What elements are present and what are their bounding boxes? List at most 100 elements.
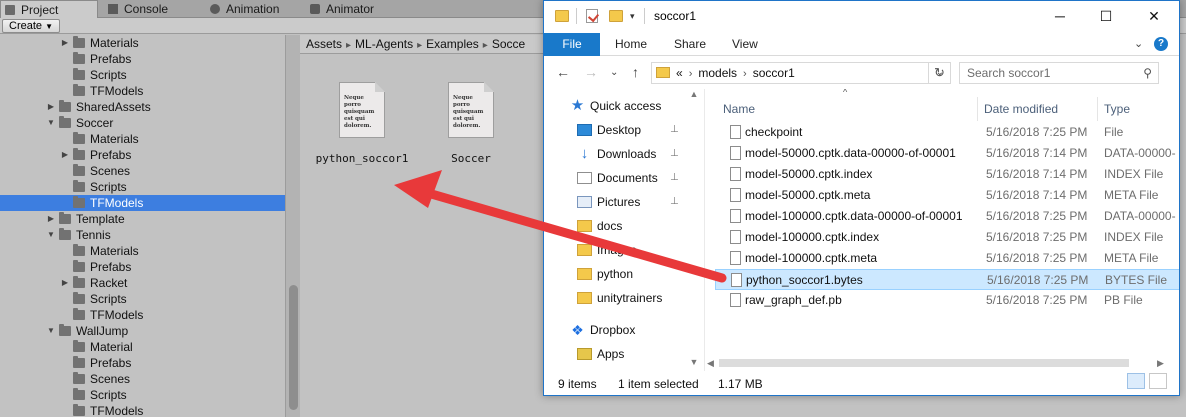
nav-item[interactable]: docs [544, 214, 704, 238]
file-row[interactable]: checkpoint 5/16/2018 7:25 PM File [715, 122, 1179, 143]
nav-scrollbar[interactable]: ▲ ▼ [687, 89, 701, 371]
tab-animation[interactable]: Animation [206, 0, 302, 18]
file-row[interactable]: model-50000.cptk.meta 5/16/2018 7:14 PM ME… [715, 185, 1179, 206]
tab-project[interactable]: Project [0, 0, 98, 18]
up-icon[interactable]: ↑ [632, 64, 639, 80]
expand-arrow-icon[interactable]: ▶ [60, 147, 70, 163]
pin-icon[interactable]: ⊥ [670, 142, 679, 166]
column-divider[interactable] [977, 97, 978, 121]
large-icons-view-icon[interactable] [1149, 373, 1167, 389]
file-row[interactable]: python_soccor1.bytes 5/16/2018 7:25 PM BYT… [715, 269, 1179, 290]
file-row[interactable]: raw_graph_def.pb 5/16/2018 7:25 PM PB File [715, 290, 1179, 311]
tree-item[interactable]: TFModels [0, 195, 285, 211]
pin-icon[interactable]: ⊥ [670, 166, 679, 190]
tree-item[interactable]: Scripts [0, 291, 285, 307]
expand-ribbon-icon[interactable]: ⌄ [1134, 37, 1143, 50]
tree-item[interactable]: ▶ Prefabs [0, 147, 285, 163]
tree-item[interactable]: Scripts [0, 387, 285, 403]
asset-python-soccor1[interactable]: Neque porro quisquam est qui dolorem. py… [312, 82, 412, 165]
tab-view[interactable]: View [732, 33, 758, 56]
nav-item[interactable]: ❖ Dropbox [544, 318, 704, 342]
forward-icon[interactable]: → [584, 64, 598, 80]
address-field[interactable]: «› models › soccor1 ⌄ [651, 62, 951, 84]
file-row[interactable]: model-100000.cptk.index 5/16/2018 7:25 PM… [715, 227, 1179, 248]
minimize-icon[interactable]: ─ [1037, 1, 1083, 32]
create-button[interactable]: Create ▼ [2, 19, 61, 33]
search-input[interactable]: Search soccor1 ⚲ [959, 62, 1159, 84]
tree-item[interactable]: TFModels [0, 83, 285, 99]
tree-item[interactable]: ▶ Template [0, 211, 285, 227]
tree-item[interactable]: TFModels [0, 307, 285, 323]
refresh-icon[interactable]: ↻ [928, 63, 950, 83]
scroll-left-icon[interactable]: ◀ [707, 355, 714, 371]
address-segment-models[interactable]: models [698, 66, 737, 80]
horizontal-scrollbar[interactable]: ◀ ▶ [705, 355, 1170, 371]
file-row[interactable]: model-50000.cptk.index 5/16/2018 7:14 PM I… [715, 164, 1179, 185]
tree-item[interactable]: ▼ Soccer [0, 115, 285, 131]
tree-item[interactable]: Prefabs [0, 355, 285, 371]
file-row[interactable]: model-100000.cptk.meta 5/16/2018 7:25 PM M… [715, 248, 1179, 269]
help-icon[interactable]: ? [1154, 37, 1168, 51]
details-view-icon[interactable] [1127, 373, 1145, 389]
nav-item[interactable]: ★ Quick access [544, 94, 704, 118]
tree-item[interactable]: Materials [0, 243, 285, 259]
address-segment-soccor1[interactable]: soccor1 [753, 66, 795, 80]
tree-item[interactable]: ▶ SharedAssets [0, 99, 285, 115]
tab-home[interactable]: Home [615, 33, 647, 56]
tree-item[interactable]: ▼ WallJump [0, 323, 285, 339]
scroll-up-icon[interactable]: ▲ [687, 89, 701, 99]
nav-item[interactable]: Documents ⊥ [544, 166, 704, 190]
tree-item[interactable]: ▶ Racket [0, 275, 285, 291]
tree-item[interactable]: Prefabs [0, 51, 285, 67]
nav-item[interactable]: unitytrainers [544, 286, 704, 310]
file-row[interactable]: model-100000.cptk.data-00000-of-00001 5/1… [715, 206, 1179, 227]
column-type[interactable]: Type [1104, 97, 1130, 121]
collapse-arrow-icon[interactable]: ▼ [46, 115, 56, 131]
tree-item[interactable]: TFModels [0, 403, 285, 417]
scrollbar-thumb[interactable] [719, 359, 1129, 367]
tree-item[interactable]: Prefabs [0, 259, 285, 275]
recent-locations-icon[interactable]: ⌄ [610, 67, 618, 78]
nav-item[interactable]: Desktop ⊥ [544, 118, 704, 142]
asset-soccer[interactable]: Neque porro quisquam est qui dolorem. So… [421, 82, 521, 165]
tree-item[interactable]: ▶ Materials [0, 35, 285, 51]
maximize-icon[interactable]: ☐ [1083, 1, 1129, 32]
scroll-down-icon[interactable]: ▼ [687, 357, 701, 367]
collapse-arrow-icon[interactable]: ▼ [46, 227, 56, 243]
tree-item[interactable]: Scenes [0, 371, 285, 387]
qat-dropdown-icon[interactable]: ▾ [630, 11, 635, 22]
breadcrumb-ml-agents[interactable]: ML-Agents [355, 37, 413, 51]
nav-item[interactable]: Apps [544, 342, 704, 366]
column-date-modified[interactable]: Date modified [984, 97, 1058, 121]
breadcrumb-soccer[interactable]: Socce [492, 37, 525, 51]
pin-icon[interactable]: ⊥ [670, 118, 679, 142]
breadcrumb-examples[interactable]: Examples [426, 37, 479, 51]
tree-item[interactable]: Scripts [0, 179, 285, 195]
new-folder-icon[interactable] [609, 10, 623, 22]
expand-arrow-icon[interactable]: ▶ [60, 275, 70, 291]
tree-item[interactable]: Scenes [0, 163, 285, 179]
nav-item[interactable]: ↓ Downloads ⊥ [544, 142, 704, 166]
breadcrumb-assets[interactable]: Assets [306, 37, 342, 51]
pin-icon[interactable]: ⊥ [670, 190, 679, 214]
tab-file[interactable]: File [544, 33, 600, 56]
nav-item[interactable]: Pictures ⊥ [544, 190, 704, 214]
nav-item[interactable]: Images [544, 238, 704, 262]
close-icon[interactable]: ✕ [1131, 1, 1177, 32]
back-icon[interactable]: ← [556, 64, 570, 80]
column-divider[interactable] [1097, 97, 1098, 121]
tree-item[interactable]: Material [0, 339, 285, 355]
nav-item[interactable]: python [544, 262, 704, 286]
tree-item[interactable]: Scripts [0, 67, 285, 83]
tree-scrollbar-thumb[interactable] [289, 285, 298, 410]
tab-share[interactable]: Share [674, 33, 706, 56]
tree-item[interactable]: ▼ Tennis [0, 227, 285, 243]
tree-scrollbar[interactable] [285, 35, 300, 417]
tab-console[interactable]: Console [104, 0, 200, 18]
scroll-right-icon[interactable]: ▶ [1157, 355, 1164, 371]
expand-arrow-icon[interactable]: ▶ [46, 99, 56, 115]
address-overflow[interactable]: « [676, 66, 683, 80]
tree-item[interactable]: Materials [0, 131, 285, 147]
expand-arrow-icon[interactable]: ▶ [60, 35, 70, 51]
column-name[interactable]: Name [723, 97, 755, 121]
